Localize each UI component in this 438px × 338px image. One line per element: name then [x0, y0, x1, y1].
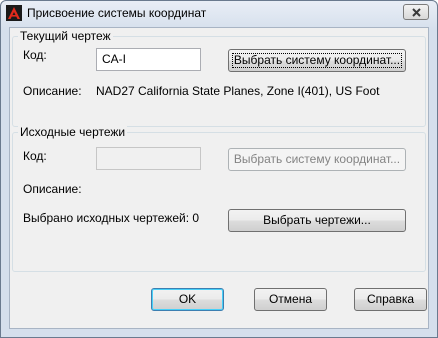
cancel-label: Отмена [268, 292, 313, 306]
current-description-value: NAD27 California State Planes, Zone I(40… [96, 84, 380, 98]
source-select-coordinate-system-label: Выбрать систему координат... [233, 152, 401, 166]
help-button[interactable]: Справка [354, 288, 427, 311]
close-button[interactable] [403, 4, 429, 20]
source-selected-count: Выбрано исходных чертежей: 0 [23, 211, 200, 225]
title-bar[interactable]: Присвоение системы координат [1, 1, 437, 27]
current-select-coordinate-system-button[interactable]: Выбрать систему координат... [228, 49, 406, 72]
current-select-coordinate-system-label: Выбрать систему координат... [233, 53, 401, 67]
source-description-label: Описание: [23, 182, 82, 196]
dialog-window: Присвоение системы координат Текущий чер… [0, 0, 438, 338]
dialog-client-area: Текущий чертеж Код: CA-I Выбрать систему… [9, 27, 429, 329]
window-title: Присвоение системы координат [27, 6, 207, 20]
select-drawings-button[interactable]: Выбрать чертежи... [228, 209, 406, 232]
autocad-logo-icon [6, 5, 22, 21]
source-code-field[interactable] [96, 147, 201, 170]
source-drawings-group-title: Исходные чертежи [18, 125, 128, 139]
current-code-label: Код: [23, 48, 47, 62]
help-label: Справка [366, 292, 415, 306]
ok-label: OK [178, 292, 197, 306]
ok-button[interactable]: OK [151, 288, 224, 311]
close-icon [412, 8, 421, 17]
current-code-field[interactable]: CA-I [96, 48, 201, 71]
source-code-label: Код: [23, 149, 47, 163]
current-description-label: Описание: [23, 84, 82, 98]
select-drawings-label: Выбрать чертежи... [263, 213, 371, 227]
source-select-coordinate-system-button[interactable]: Выбрать систему координат... [228, 148, 406, 171]
current-drawing-group-title: Текущий чертеж [18, 29, 113, 43]
cancel-button[interactable]: Отмена [254, 288, 327, 311]
